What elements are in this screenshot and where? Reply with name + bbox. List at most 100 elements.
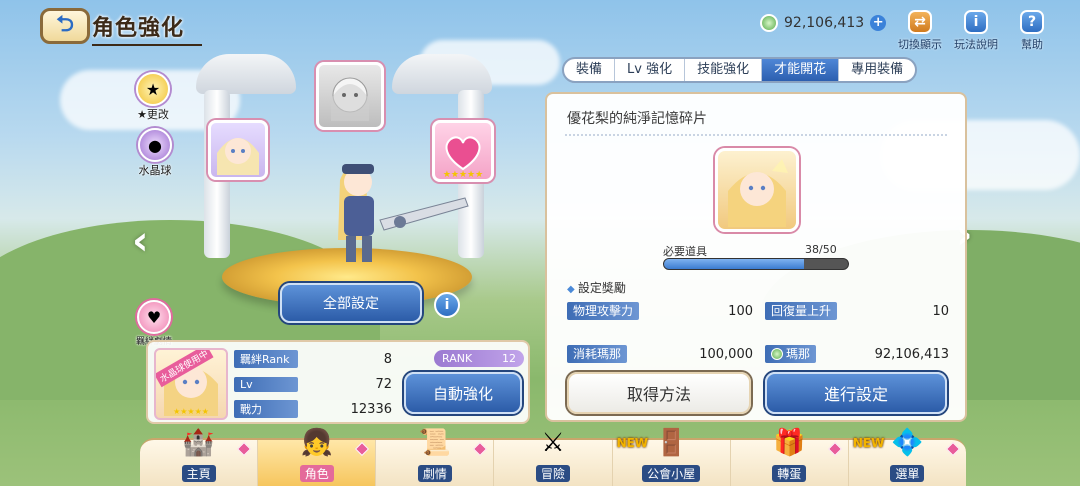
star-change-label: ★更改 — [137, 108, 169, 121]
page-title-wrap: 角色強化 — [92, 10, 202, 46]
talent-info-button[interactable]: i — [434, 292, 460, 318]
star-change-icon: ★ — [136, 72, 170, 106]
nav-story[interactable]: 📜 劇情 — [376, 428, 495, 486]
previous-character-arrow[interactable]: ‹ — [132, 218, 148, 264]
switch-display-label: 切換顯示 — [898, 38, 942, 51]
info-icon: i — [964, 10, 988, 34]
mana-owned-label-wrap: 瑪那 — [765, 345, 817, 363]
nav-home[interactable]: 🏰 主頁 — [140, 428, 259, 486]
crystal-ball-button[interactable]: ● 水晶球 — [138, 128, 172, 178]
new-badge: NEW — [616, 436, 649, 450]
memory-shard-icon — [728, 159, 788, 227]
level-value: 72 — [375, 376, 392, 392]
page-title: 角色強化 — [92, 15, 185, 41]
auto-enhance-button[interactable]: 自動強化 — [404, 372, 522, 414]
reward-attack-row: 物理攻擊力 100 — [567, 301, 753, 321]
scroll-icon: 📜 — [418, 428, 452, 458]
nav-guild-house-label: 公會小屋 — [642, 465, 701, 482]
required-item-count: 38/50 — [805, 243, 837, 256]
back-arrow-icon: ⮌ — [56, 12, 74, 37]
nav-menu[interactable]: NEW 💠 選單 — [849, 428, 966, 486]
mana-owned-label: 瑪那 — [786, 347, 811, 361]
mana-owned-value: 92,106,413 — [874, 346, 949, 362]
memory-shard-item[interactable] — [715, 148, 799, 232]
nav-story-label: 劇情 — [417, 465, 452, 482]
nav-adventure[interactable]: ⚔ 冒險 — [494, 428, 613, 486]
how-to-play-button[interactable]: i 玩法說明 — [952, 10, 1000, 52]
tab-equipment[interactable]: 裝備 — [564, 59, 616, 81]
info-icon: i — [444, 297, 450, 313]
gacha-icon: 🎁 — [773, 428, 806, 458]
menu-crystal-icon: 💠 — [891, 428, 924, 458]
bottom-navigation: 🏰 主頁 👧 角色 📜 劇情 ⚔ 冒險 NEW 🚪 公會小屋 🎁 轉蛋 NEW … — [140, 428, 966, 486]
set-all-button[interactable]: 全部設定 — [280, 283, 422, 323]
item-progress-fill — [664, 259, 804, 269]
nav-gacha[interactable]: 🎁 轉蛋 — [731, 428, 849, 486]
sword-shield-icon: ⚔ — [541, 428, 565, 458]
rank-label: RANK — [442, 352, 473, 365]
character-face-icon — [217, 138, 259, 175]
enhance-tabs: 裝備 Lv 強化 技能強化 才能開花 專用裝備 — [562, 57, 918, 83]
mana-coin-icon — [760, 14, 778, 32]
tab-level-up[interactable]: Lv 強化 — [615, 59, 686, 81]
mana-cost-value: 100,000 — [699, 346, 753, 362]
memory-card-locked[interactable] — [316, 62, 384, 130]
crystal-ball-label: 水晶球 — [138, 164, 172, 177]
guild-door-icon: 🚪 — [654, 428, 688, 458]
notification-badge — [355, 441, 370, 457]
switch-icon: ⇄ — [908, 10, 932, 34]
how-to-play-label: 玩法說明 — [954, 38, 998, 51]
currency-display: 92,106,413 + — [760, 14, 887, 32]
obtain-method-button[interactable]: 取得方法 — [567, 372, 751, 414]
item-progress-bar — [663, 258, 849, 270]
power-value: 12336 — [350, 401, 392, 417]
notification-badge — [473, 441, 488, 457]
character-card-left[interactable] — [208, 120, 268, 180]
required-item-label: 必要道具 — [663, 245, 707, 258]
level-row: Lv 72 — [234, 375, 392, 393]
switch-display-button[interactable]: ⇄ 切換顯示 — [896, 10, 944, 52]
tab-skill[interactable]: 技能強化 — [685, 59, 763, 81]
nav-guild-house[interactable]: NEW 🚪 公會小屋 — [613, 428, 731, 486]
bond-rank-value: 8 — [383, 351, 392, 367]
reward-attack-label: 物理攻擊力 — [567, 302, 640, 320]
mana-cost-label: 消耗瑪那 — [567, 345, 628, 363]
nav-character-label: 角色 — [299, 465, 334, 482]
crystal-ball-icon: ● — [138, 128, 172, 162]
nav-adventure-label: 冒險 — [535, 465, 570, 482]
bond-rank-row: 羈絆Rank 8 — [234, 350, 392, 368]
character-status-panel: ★★★★★ 水晶球使用中 羈絆Rank 8 Lv 72 戰力 12336 RAN… — [146, 340, 530, 424]
reward-heal-label: 回復量上升 — [765, 302, 838, 320]
item-title: 優花梨的純淨記憶碎片 — [567, 111, 707, 127]
confirm-setting-button[interactable]: 進行設定 — [765, 372, 947, 414]
character-portrait[interactable]: ★★★★★ 水晶球使用中 — [154, 348, 228, 420]
svg-text:★★★★★: ★★★★★ — [173, 407, 209, 416]
mana-owned-row: 瑪那 92,106,413 — [765, 344, 949, 364]
title-underline — [92, 44, 202, 46]
mana-coin-icon — [771, 348, 783, 360]
character-icon: 👧 — [300, 428, 333, 458]
power-label: 戰力 — [234, 400, 298, 418]
star-change-button[interactable]: ★ ★更改 — [136, 72, 170, 122]
help-label: 幫助 — [1021, 38, 1043, 51]
nav-menu-label: 選單 — [890, 465, 925, 482]
arch-right-top — [392, 54, 492, 94]
nav-character[interactable]: 👧 角色 — [258, 428, 377, 486]
help-button[interactable]: ? 幫助 — [1008, 10, 1056, 52]
character-face-icon — [331, 77, 369, 121]
new-badge: NEW — [852, 436, 885, 450]
rank-badge: RANK 12 — [434, 350, 524, 367]
top-buttons: ⇄ 切換顯示 i 玩法說明 ? 幫助 — [896, 10, 1056, 52]
castle-icon: 🏰 — [182, 428, 215, 458]
heart-bond-icon: ♥ — [137, 300, 171, 334]
character-sprite — [338, 164, 469, 262]
bond-rank-label: 羈絆Rank — [234, 350, 298, 368]
power-row: 戰力 12336 — [234, 400, 392, 418]
tab-talent-bloom[interactable]: 才能開花 — [762, 59, 840, 81]
tab-unique-equipment[interactable]: 專用裝備 — [839, 59, 915, 81]
notification-badge — [945, 441, 961, 457]
talent-bloom-panel: 優花梨的純淨記憶碎片 必要道具 38/50 設定獎勵 物理攻擊力 100 回復量… — [545, 92, 967, 422]
add-currency-button[interactable]: + — [870, 15, 887, 31]
back-button[interactable]: ⮌ — [40, 8, 90, 44]
divider — [565, 134, 947, 136]
